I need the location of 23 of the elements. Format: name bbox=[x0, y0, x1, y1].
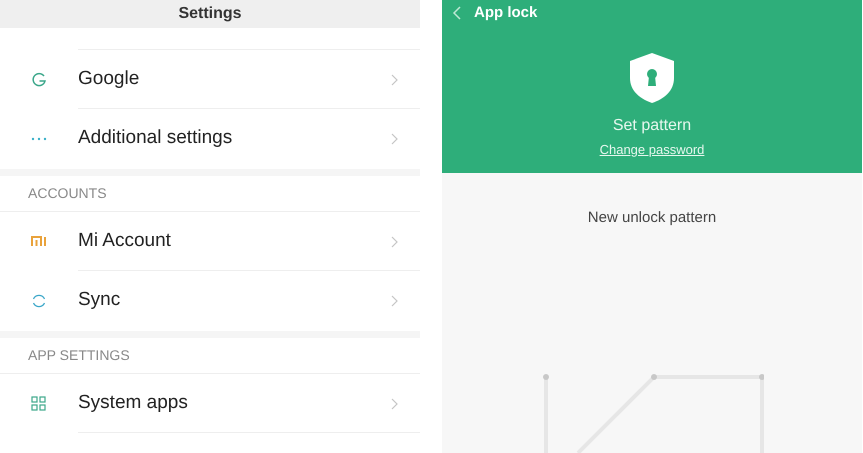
chevron-icon bbox=[391, 236, 398, 248]
section-header: APP SETTINGS bbox=[28, 346, 130, 365]
heading: Set pattern bbox=[612, 116, 692, 136]
chevron-icon bbox=[391, 398, 398, 410]
mi-logo-icon bbox=[31, 236, 47, 247]
settings-item[interactable]: Additional settings bbox=[0, 109, 420, 168]
settings-item[interactable]: Google bbox=[0, 50, 420, 109]
settings-item[interactable]: Mi Account bbox=[0, 212, 420, 271]
back-icon[interactable] bbox=[452, 6, 462, 20]
chevron-icon bbox=[391, 132, 398, 144]
section-header: ACCOUNTS bbox=[28, 184, 107, 203]
chevron-icon bbox=[391, 294, 398, 306]
sync-icon bbox=[31, 292, 47, 308]
settings-item[interactable]: System apps bbox=[0, 374, 420, 433]
screen-title: Settings bbox=[178, 4, 242, 24]
g-letter-icon bbox=[31, 72, 47, 88]
prompt-text: New unlock pattern bbox=[588, 208, 716, 228]
shield-keyhole-icon bbox=[629, 52, 675, 104]
grid-icon bbox=[31, 396, 46, 411]
chevron-icon bbox=[391, 74, 398, 86]
settings-item[interactable]: Sync bbox=[0, 271, 420, 330]
screen-title: App lock bbox=[474, 3, 538, 23]
more-icon bbox=[31, 136, 47, 140]
